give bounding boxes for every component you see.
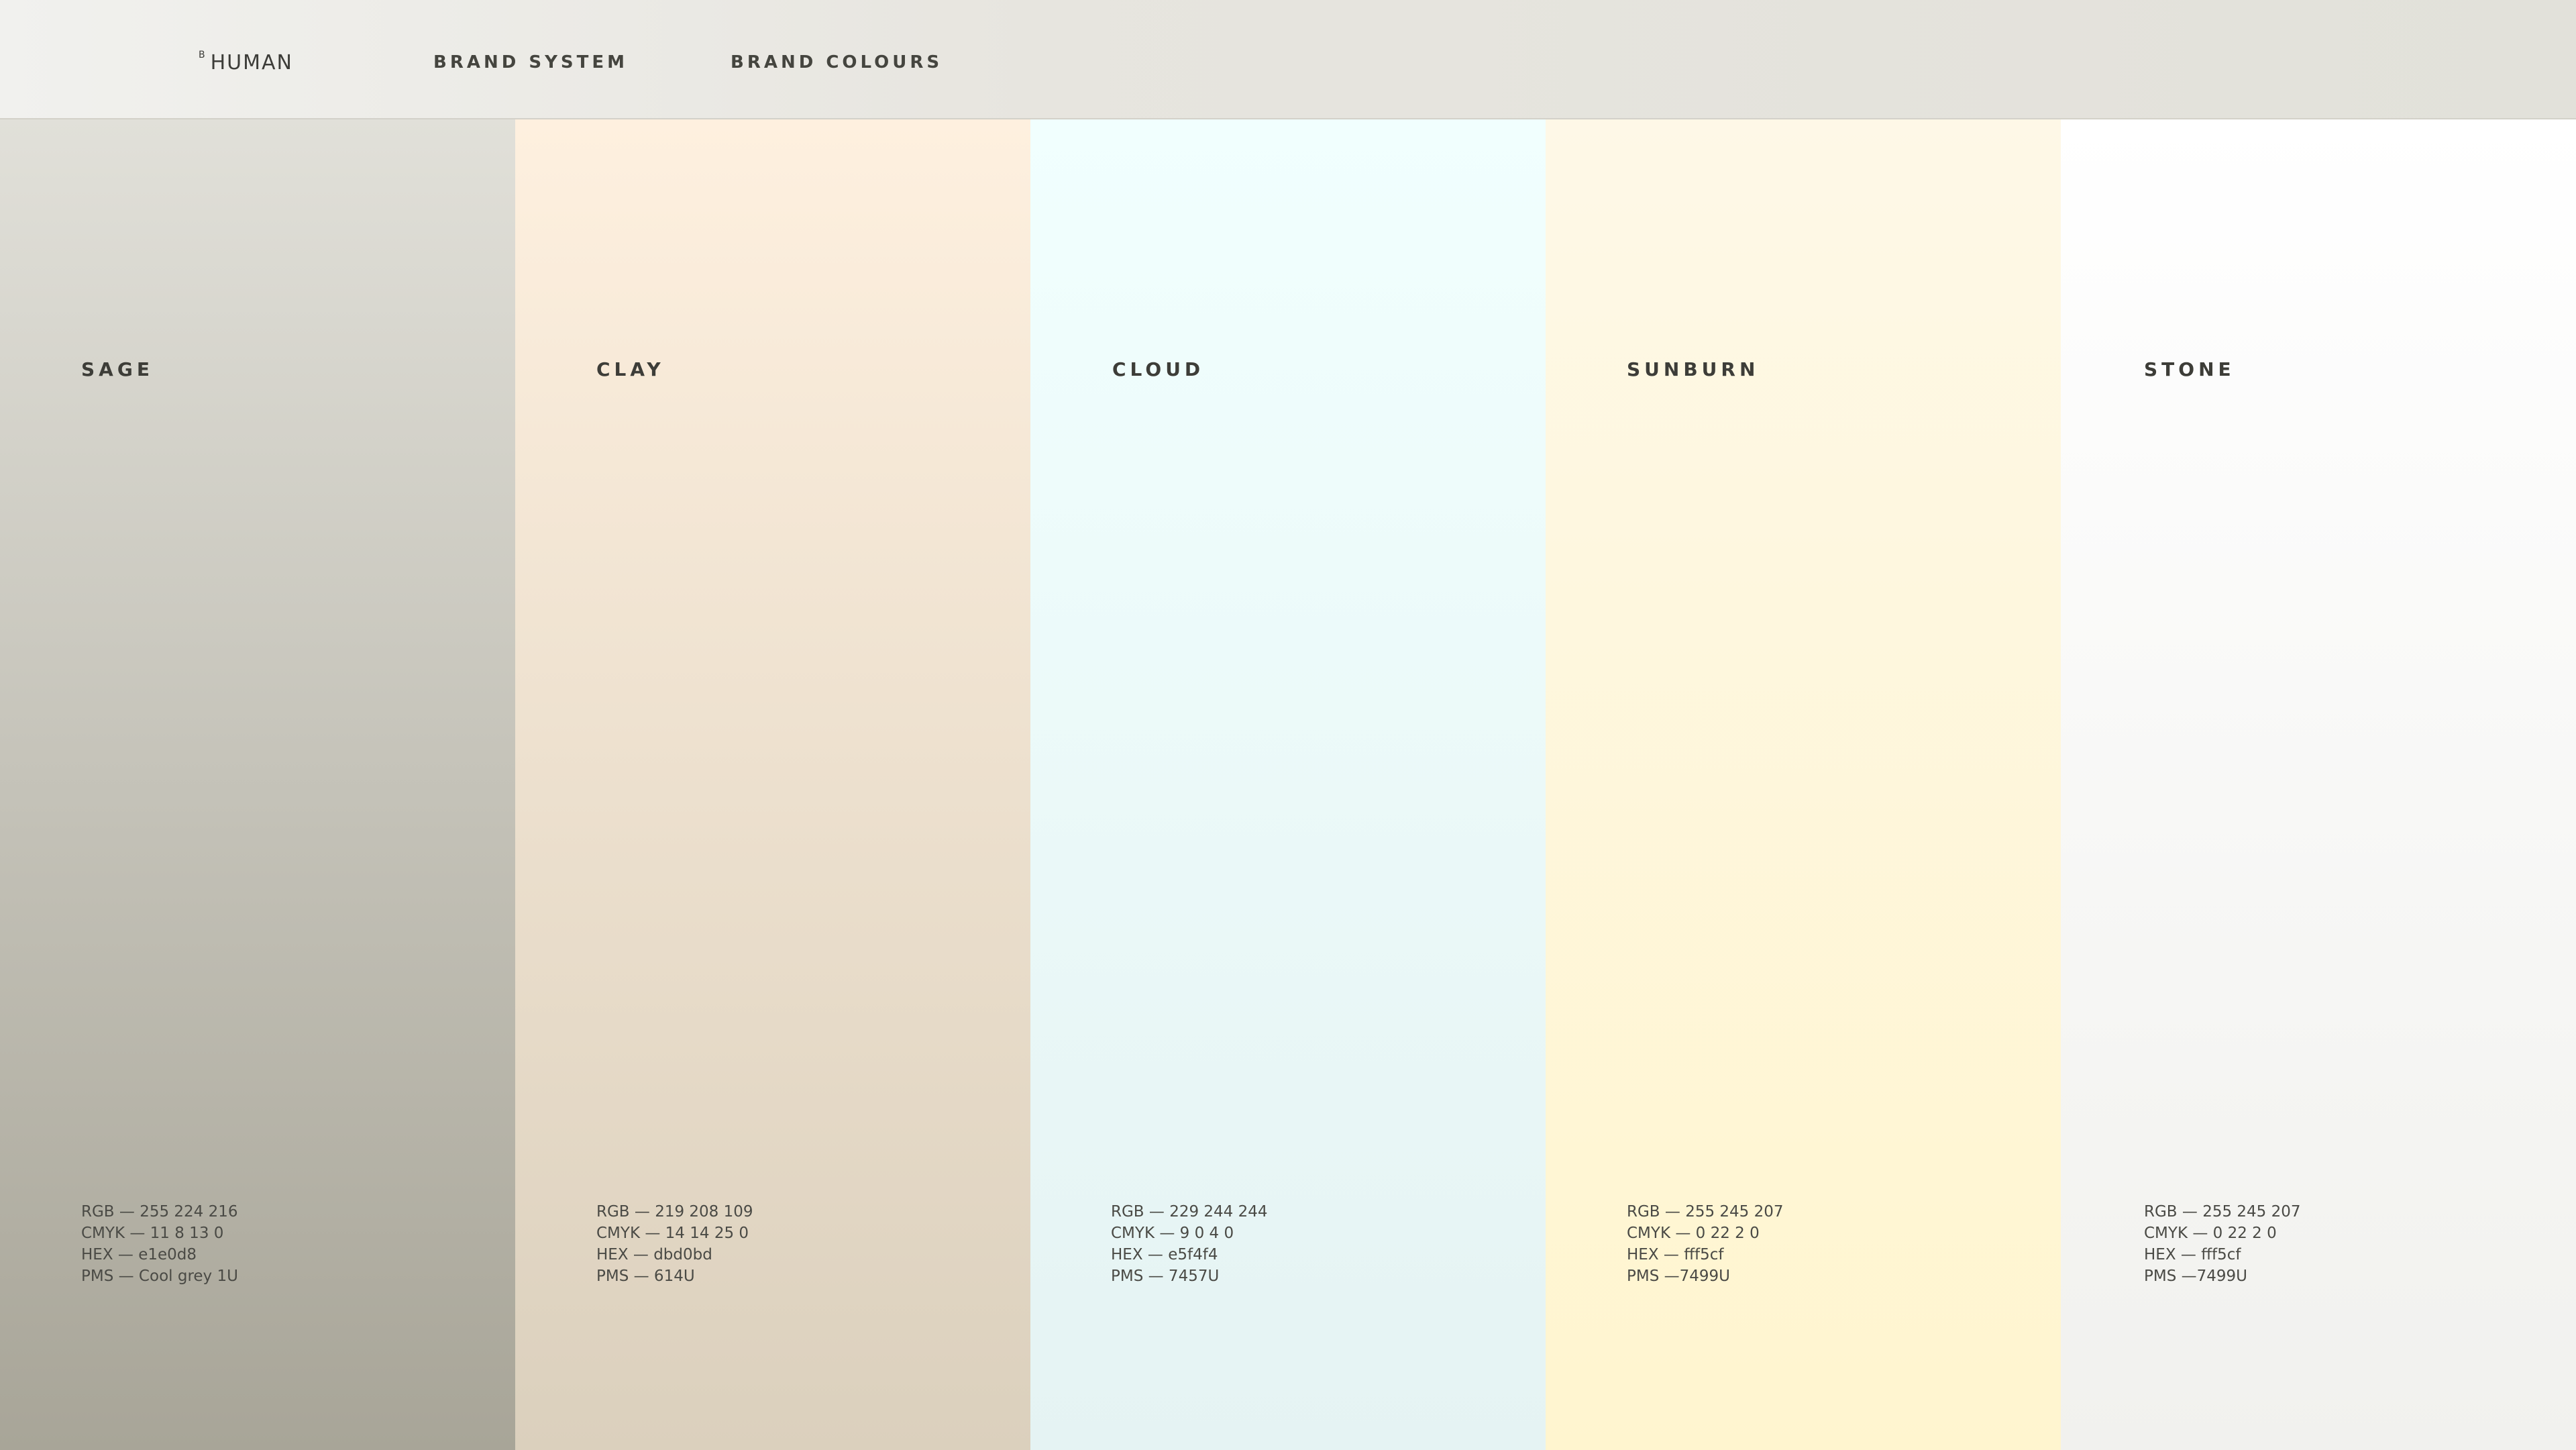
brand-logo[interactable]: B HUMAN bbox=[199, 50, 293, 74]
logo-mark: B bbox=[199, 50, 207, 60]
cmyk-value: CMYK — 11 8 13 0 bbox=[81, 1225, 224, 1242]
colour-name: CLOUD bbox=[1112, 358, 1205, 380]
colour-panel-stone: STONE RGB — 255 245 207 CMYK — 0 22 2 0 … bbox=[2061, 119, 2576, 1450]
rgb-value: RGB — 229 244 244 bbox=[1111, 1203, 1268, 1221]
hex-value: HEX — e5f4f4 bbox=[1111, 1246, 1218, 1263]
rgb-value: RGB — 255 245 207 bbox=[1627, 1203, 1784, 1221]
hex-value: HEX — fff5cf bbox=[2144, 1246, 2241, 1263]
pms-value: PMS — 7457U bbox=[1111, 1267, 1220, 1285]
hex-value: HEX — e1e0d8 bbox=[81, 1246, 197, 1263]
colour-panels: SAGE RGB — 255 224 216 CMYK — 11 8 13 0 … bbox=[0, 119, 2576, 1450]
colour-name: CLAY bbox=[596, 358, 665, 380]
nav-brand-colours[interactable]: BRAND COLOURS bbox=[731, 52, 943, 72]
cmyk-value: CMYK — 9 0 4 0 bbox=[1111, 1225, 1234, 1242]
hex-value: HEX — dbd0bd bbox=[596, 1246, 712, 1263]
rgb-value: RGB — 255 245 207 bbox=[2144, 1203, 2301, 1221]
colour-panel-clay: CLAY RGB — 219 208 109 CMYK — 14 14 25 0… bbox=[515, 119, 1030, 1450]
colour-panel-cloud: CLOUD RGB — 229 244 244 CMYK — 9 0 4 0 H… bbox=[1030, 119, 1546, 1450]
pms-value: PMS — Cool grey 1U bbox=[81, 1267, 238, 1285]
cmyk-value: CMYK — 0 22 2 0 bbox=[2144, 1225, 2277, 1242]
pms-value: PMS —7499U bbox=[1627, 1267, 1730, 1285]
colour-name: SUNBURN bbox=[1627, 358, 1760, 380]
hex-value: HEX — fff5cf bbox=[1627, 1246, 1724, 1263]
colour-panel-sage: SAGE RGB — 255 224 216 CMYK — 11 8 13 0 … bbox=[0, 119, 515, 1450]
pms-value: PMS —7499U bbox=[2144, 1267, 2247, 1285]
colour-panel-sunburn: SUNBURN RGB — 255 245 207 CMYK — 0 22 2 … bbox=[1546, 119, 2061, 1450]
rgb-value: RGB — 255 224 216 bbox=[81, 1203, 238, 1221]
top-header: B HUMAN BRAND SYSTEM BRAND COLOURS bbox=[0, 0, 2576, 119]
colour-specs: RGB — 255 245 207 CMYK — 0 22 2 0 HEX — … bbox=[1627, 1201, 1784, 1287]
colour-name: STONE bbox=[2144, 358, 2235, 380]
colour-specs: RGB — 255 245 207 CMYK — 0 22 2 0 HEX — … bbox=[2144, 1201, 2301, 1287]
nav-brand-system[interactable]: BRAND SYSTEM bbox=[433, 52, 628, 72]
colour-name: SAGE bbox=[81, 358, 154, 380]
colour-specs: RGB — 229 244 244 CMYK — 9 0 4 0 HEX — e… bbox=[1111, 1201, 1268, 1287]
cmyk-value: CMYK — 14 14 25 0 bbox=[596, 1225, 749, 1242]
colour-specs: RGB — 255 224 216 CMYK — 11 8 13 0 HEX —… bbox=[81, 1201, 238, 1287]
rgb-value: RGB — 219 208 109 bbox=[596, 1203, 753, 1221]
cmyk-value: CMYK — 0 22 2 0 bbox=[1627, 1225, 1760, 1242]
logo-text: HUMAN bbox=[210, 51, 293, 74]
pms-value: PMS — 614U bbox=[596, 1267, 695, 1285]
colour-specs: RGB — 219 208 109 CMYK — 14 14 25 0 HEX … bbox=[596, 1201, 753, 1287]
